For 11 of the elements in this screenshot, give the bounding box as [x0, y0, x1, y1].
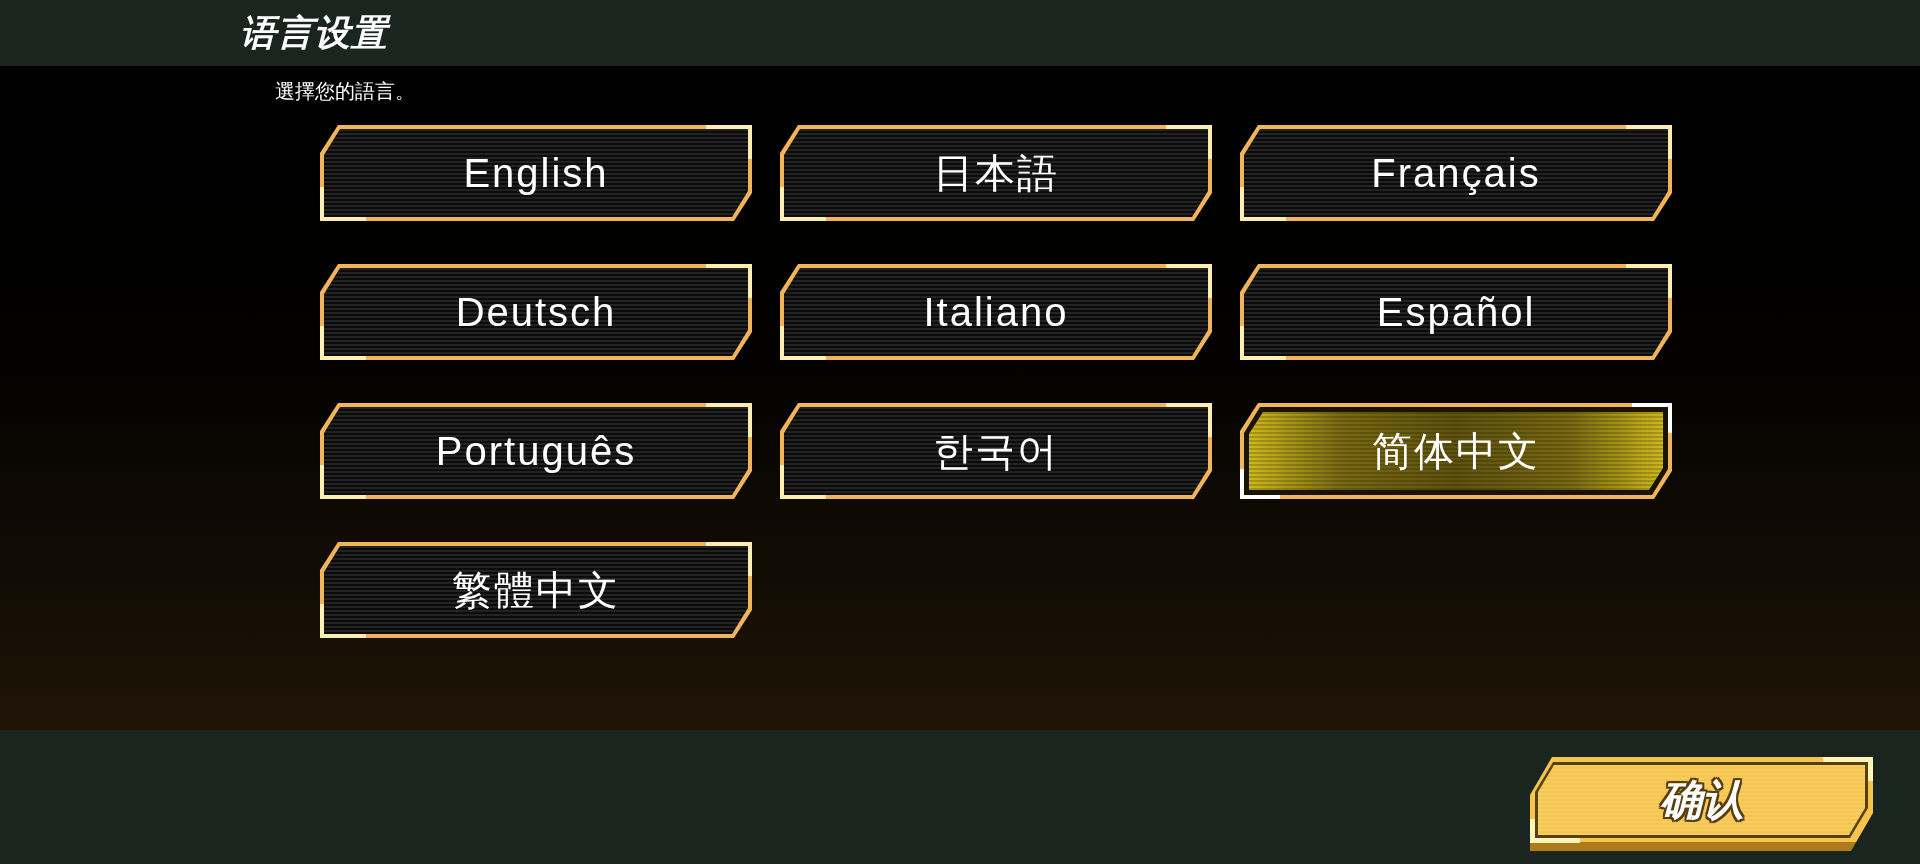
prompt-text: 選擇您的語言。	[275, 79, 416, 104]
language-button[interactable]: Italiano	[780, 264, 1212, 360]
language-button[interactable]: Português	[320, 403, 752, 499]
language-button[interactable]: 日本語	[780, 125, 1212, 221]
language-button[interactable]: 한국어	[780, 403, 1212, 499]
language-button[interactable]: Español	[1240, 264, 1672, 360]
language-button[interactable]: 简体中文	[1240, 403, 1672, 499]
language-button[interactable]: 繁體中文	[320, 542, 752, 638]
language-button[interactable]: English	[320, 125, 752, 221]
language-button[interactable]: Français	[1240, 125, 1672, 221]
language-button[interactable]: Deutsch	[320, 264, 752, 360]
